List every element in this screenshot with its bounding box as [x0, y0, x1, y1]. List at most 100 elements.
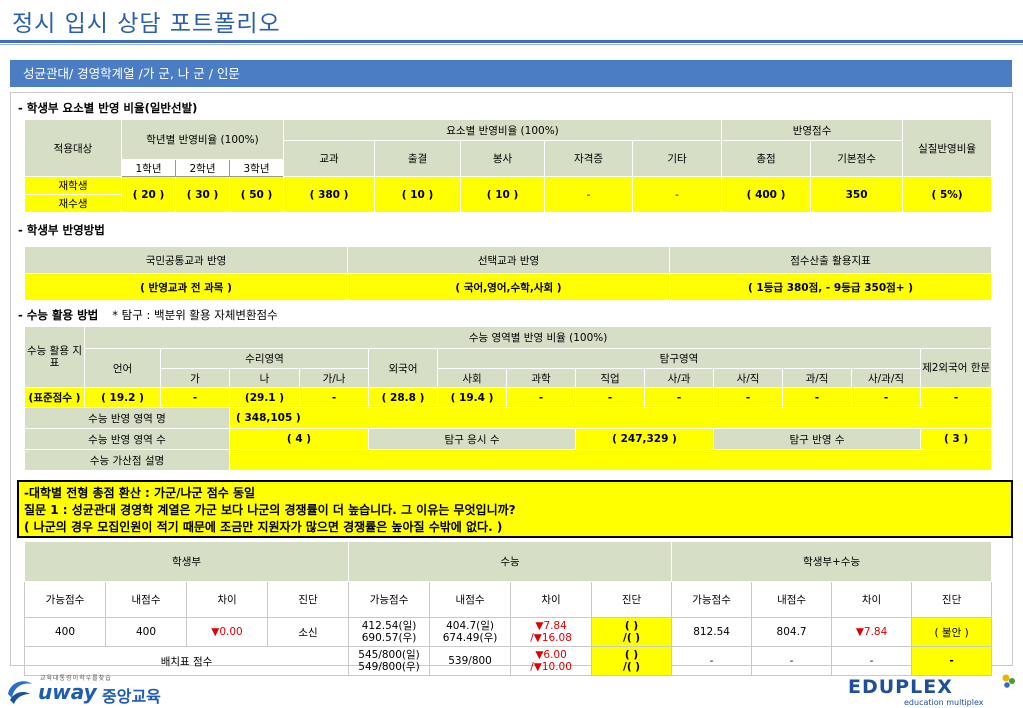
- eduplex-subtitle: education multiplex: [904, 698, 984, 707]
- r1-s-possible-1: 412.54(일): [361, 620, 417, 632]
- r1-s-diff: ▼7.84/▼16.08: [510, 617, 593, 647]
- h-b-possible: 가능점수: [671, 581, 753, 618]
- l-tamgu-reflect: 탐구 반영 수: [713, 428, 921, 450]
- eduplex-brand: EDUPLEX: [848, 676, 953, 698]
- h-common: 국민공통교과 반영: [24, 246, 348, 274]
- h-grade1: 1학년: [121, 159, 176, 177]
- r1-s-mine: 404.7(일) 674.49(우): [429, 617, 512, 647]
- uway-swoosh-icon: [8, 681, 32, 704]
- r2-s-possible: 545/800(일) 549/800(우): [348, 646, 431, 676]
- h-b-diag: 진단: [911, 581, 993, 618]
- v-area-count: ( 4 ): [229, 428, 369, 450]
- v-cert: -: [544, 176, 634, 213]
- r2-s-diff-2: /▼10.00: [530, 661, 572, 673]
- h-student-record: 학생부: [23, 541, 350, 582]
- h-sci-job: 과/직: [782, 368, 852, 388]
- h-s-diff: 차이: [510, 581, 593, 618]
- r2-s-diff-1: ▼6.00: [535, 649, 567, 661]
- v-suneung-index: (표준점수 ): [24, 387, 85, 408]
- h-grade-ratio: 학년별 반영비율 (100%): [120, 119, 285, 160]
- h-index: 점수산출 활용지표: [669, 246, 992, 274]
- t3-heading-text: - 수능 활용 방법: [18, 308, 99, 322]
- r2-s-diag-2: /( ): [623, 661, 641, 673]
- v-elective: ( 국어,영어,수학,사회 ): [347, 273, 670, 301]
- h-s-possible: 가능점수: [348, 581, 431, 618]
- r1-mine: 400: [105, 617, 187, 647]
- question-answer: ( 나군의 경우 모집인원이 적기 때문에 조금만 지원자가 많으면 경쟁률은 …: [24, 520, 503, 534]
- r1-s-diag: ( )/( ): [591, 617, 673, 647]
- h-elective: 선택교과 반영: [347, 246, 670, 274]
- page-title: 정시 입시 상담 포트폴리오: [12, 11, 281, 37]
- r1-diag: 소신: [266, 617, 350, 647]
- v-soc-sci-job: -: [851, 387, 921, 408]
- r1-b-diag: ( 불안 ): [911, 617, 993, 647]
- v-grade3: ( 50 ): [228, 176, 285, 213]
- r1-s-diff-1: ▼7.84: [535, 620, 567, 632]
- h-math-na: 나: [229, 368, 300, 388]
- suneung-method-table: 수능 활용 지표 수능 영역별 반영 비율 (100%) 언어 수리영역 외국어…: [24, 326, 993, 471]
- h-tamgu: 탐구영역: [437, 348, 921, 369]
- target-current: 재학생: [24, 176, 122, 195]
- r1-s-possible-2: 690.57(우): [361, 632, 417, 644]
- v-bonus: [228, 449, 993, 471]
- r1-b-possible: 812.54: [671, 617, 753, 647]
- r2-s-diff: ▼6.00/▼10.00: [510, 646, 593, 676]
- h-suneung-ratio: 수능 영역별 반영 비율 (100%): [83, 326, 993, 349]
- school-record-ratio-table: 적용대상 학년별 반영비율 (100%) 요소별 반영비율 (100%) 반영점…: [24, 119, 993, 213]
- h-math-ga: 가: [160, 368, 230, 388]
- v-sci-job: -: [782, 387, 852, 408]
- h-total: 총점: [721, 140, 812, 177]
- h-eng: 외국어: [368, 348, 438, 388]
- v-common: ( 반영교과 전 과목 ): [24, 273, 348, 301]
- v-kor: ( 19.2 ): [84, 387, 161, 408]
- uway-logo: 교육대통령이학우를찾습 uway 중앙교육: [4, 672, 204, 708]
- v-real-ratio: ( 5%): [902, 176, 993, 213]
- h-math-gana: 가/나: [299, 368, 369, 388]
- section-title-bar: 성균관대/ 경영학계열 /가 군, 나 군 / 인문: [10, 60, 1012, 87]
- h-kor: 언어: [84, 348, 161, 388]
- r2-s-mine: 539/800: [429, 646, 512, 676]
- r1-s-mine-2: 674.49(우): [442, 632, 498, 644]
- school-record-method-table: 국민공통교과 반영 선택교과 반영 점수산출 활용지표 ( 반영교과 전 과목 …: [24, 246, 992, 301]
- h-cert: 자격증: [544, 140, 634, 177]
- v-grade1: ( 20 ): [121, 176, 176, 213]
- r1-s-diff-2: /▼16.08: [530, 632, 572, 644]
- t3-note: * 탐구 : 백분위 활용 자체변환점수: [112, 308, 278, 322]
- h-soc-sci-job: 사/과/직: [851, 368, 921, 388]
- v-math-na: (29.1 ): [229, 387, 300, 408]
- r1-s-diag-1: ( ): [624, 620, 639, 632]
- h-diag: 진단: [266, 581, 350, 618]
- h-mine: 내점수: [105, 581, 187, 618]
- l-tamgu-count: 탐구 응시 수: [368, 428, 576, 450]
- v-math-ga: -: [160, 387, 230, 408]
- v-area-name: ( 348,105 ): [228, 407, 993, 429]
- r1-diff: ▼0.00: [186, 617, 268, 647]
- v-soc-job: -: [713, 387, 783, 408]
- target-repeat: 재수생: [24, 194, 122, 213]
- v-second-lang: -: [919, 387, 993, 408]
- h-real-ratio: 실질반영비율: [902, 119, 993, 177]
- h-sci: 과학: [506, 368, 576, 388]
- t3-heading: - 수능 활용 방법 * 탐구 : 백분위 활용 자체변환점수: [18, 307, 278, 323]
- v-math-gana: -: [299, 387, 369, 408]
- v-etc: -: [632, 176, 723, 213]
- v-index: ( 1등급 380점, - 9등급 350점+ ): [669, 273, 992, 301]
- r1-possible: 400: [24, 617, 106, 647]
- h-b-mine: 내점수: [751, 581, 833, 618]
- v-soc: ( 19.4 ): [437, 387, 507, 408]
- h-suneung-index: 수능 활용 지표: [24, 326, 85, 388]
- h-element-ratio: 요소별 반영비율 (100%): [283, 119, 723, 141]
- h-second-lang: 제2외국어 한문: [919, 348, 993, 388]
- r2-b-mine: -: [751, 646, 833, 676]
- h-both: 학생부+수능: [671, 541, 993, 582]
- title-rule: [0, 40, 1023, 43]
- h-soc-sci: 사/과: [644, 368, 714, 388]
- h-suneung: 수능: [348, 541, 673, 582]
- t1-heading: - 학생부 요소별 반영 비율(일반선발): [18, 101, 198, 115]
- t2-heading: - 학생부 반영방법: [18, 223, 105, 237]
- r1-b-mine: 804.7: [751, 617, 833, 647]
- v-base: 350: [810, 176, 904, 213]
- uway-brand: uway: [38, 680, 97, 704]
- eduplex-star-icon: [1002, 674, 1015, 688]
- r2-s-diag-1: ( ): [624, 649, 639, 661]
